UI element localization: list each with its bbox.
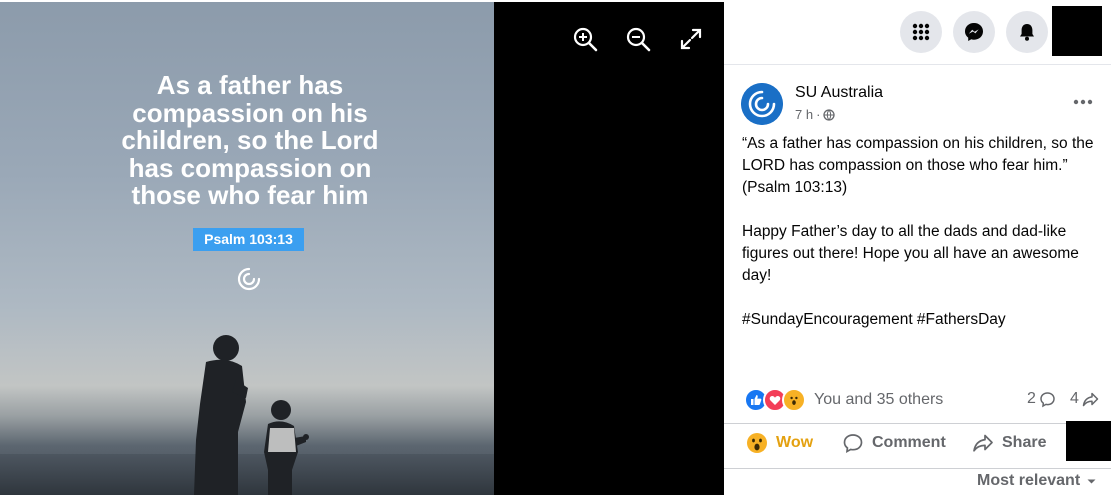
comment-label: Comment	[872, 434, 946, 451]
comment-count[interactable]: 2	[1027, 390, 1056, 408]
comment-bubble-icon	[1040, 391, 1055, 407]
author-name[interactable]: SU Australia	[795, 84, 883, 102]
photo-viewer: As a father has compassion on his childr…	[0, 0, 724, 495]
post-hashtags[interactable]: #SundayEncouragement #FathersDay	[742, 309, 1100, 331]
menu-grid-icon	[912, 23, 930, 41]
post-meta: 7 h ·	[795, 107, 836, 122]
messenger-icon	[965, 23, 983, 41]
caret-down-icon	[1087, 479, 1096, 483]
menu-button[interactable]	[900, 11, 942, 53]
reaction-summary[interactable]: You and 35 others	[744, 388, 943, 412]
post-paragraph: “As a father has compassion on his child…	[742, 135, 1094, 174]
share-count-value: 4	[1070, 390, 1079, 407]
post-time[interactable]: 7 h	[795, 107, 813, 122]
zoom-out-icon[interactable]	[625, 26, 651, 52]
zoom-in-icon[interactable]	[572, 26, 598, 52]
share-icon	[973, 434, 993, 452]
post-paragraph: (Psalm 103:13)	[742, 179, 848, 196]
comments-sort-dropdown[interactable]: Most relevant	[977, 472, 1097, 490]
notifications-button[interactable]	[1006, 11, 1048, 53]
post-paragraph: Happy Father’s day to all the dads and d…	[742, 223, 1079, 284]
post-photo: As a father has compassion on his childr…	[0, 0, 494, 495]
author-avatar[interactable]	[741, 83, 783, 125]
fullscreen-icon[interactable]	[678, 26, 704, 52]
top-navigation	[724, 0, 1111, 65]
wow-emoji-icon	[747, 433, 767, 453]
comment-button[interactable]: Comment	[842, 432, 946, 454]
globe-icon	[823, 108, 836, 121]
share-count[interactable]: 4	[1070, 390, 1099, 408]
share-arrow-icon	[1082, 392, 1099, 406]
redacted-profile-avatar[interactable]	[1052, 6, 1102, 56]
post-actions: Wow Comment Share	[724, 421, 1111, 469]
post-details-panel: SU Australia 7 h · “As a father has comp…	[724, 0, 1111, 495]
meta-separator: ·	[816, 107, 821, 122]
more-options-icon[interactable]	[1070, 92, 1096, 112]
father-child-silhouette	[194, 335, 309, 495]
notifications-icon	[1020, 24, 1034, 41]
share-label: Share	[1002, 434, 1047, 451]
su-logo-icon	[741, 83, 783, 125]
reaction-count[interactable]: You and 35 others	[814, 391, 943, 409]
share-button[interactable]: Share	[972, 432, 1046, 454]
redacted-avatar	[1066, 421, 1111, 461]
wow-button[interactable]: Wow	[746, 432, 813, 454]
messenger-button[interactable]	[953, 11, 995, 53]
wow-reaction-icon	[782, 388, 806, 412]
top-divider	[0, 0, 724, 2]
sort-label: Most relevant	[977, 472, 1081, 489]
comment-count-value: 2	[1027, 390, 1036, 407]
wow-label: Wow	[776, 434, 814, 451]
comment-icon	[843, 434, 863, 454]
post-text: “As a father has compassion on his child…	[742, 133, 1100, 331]
